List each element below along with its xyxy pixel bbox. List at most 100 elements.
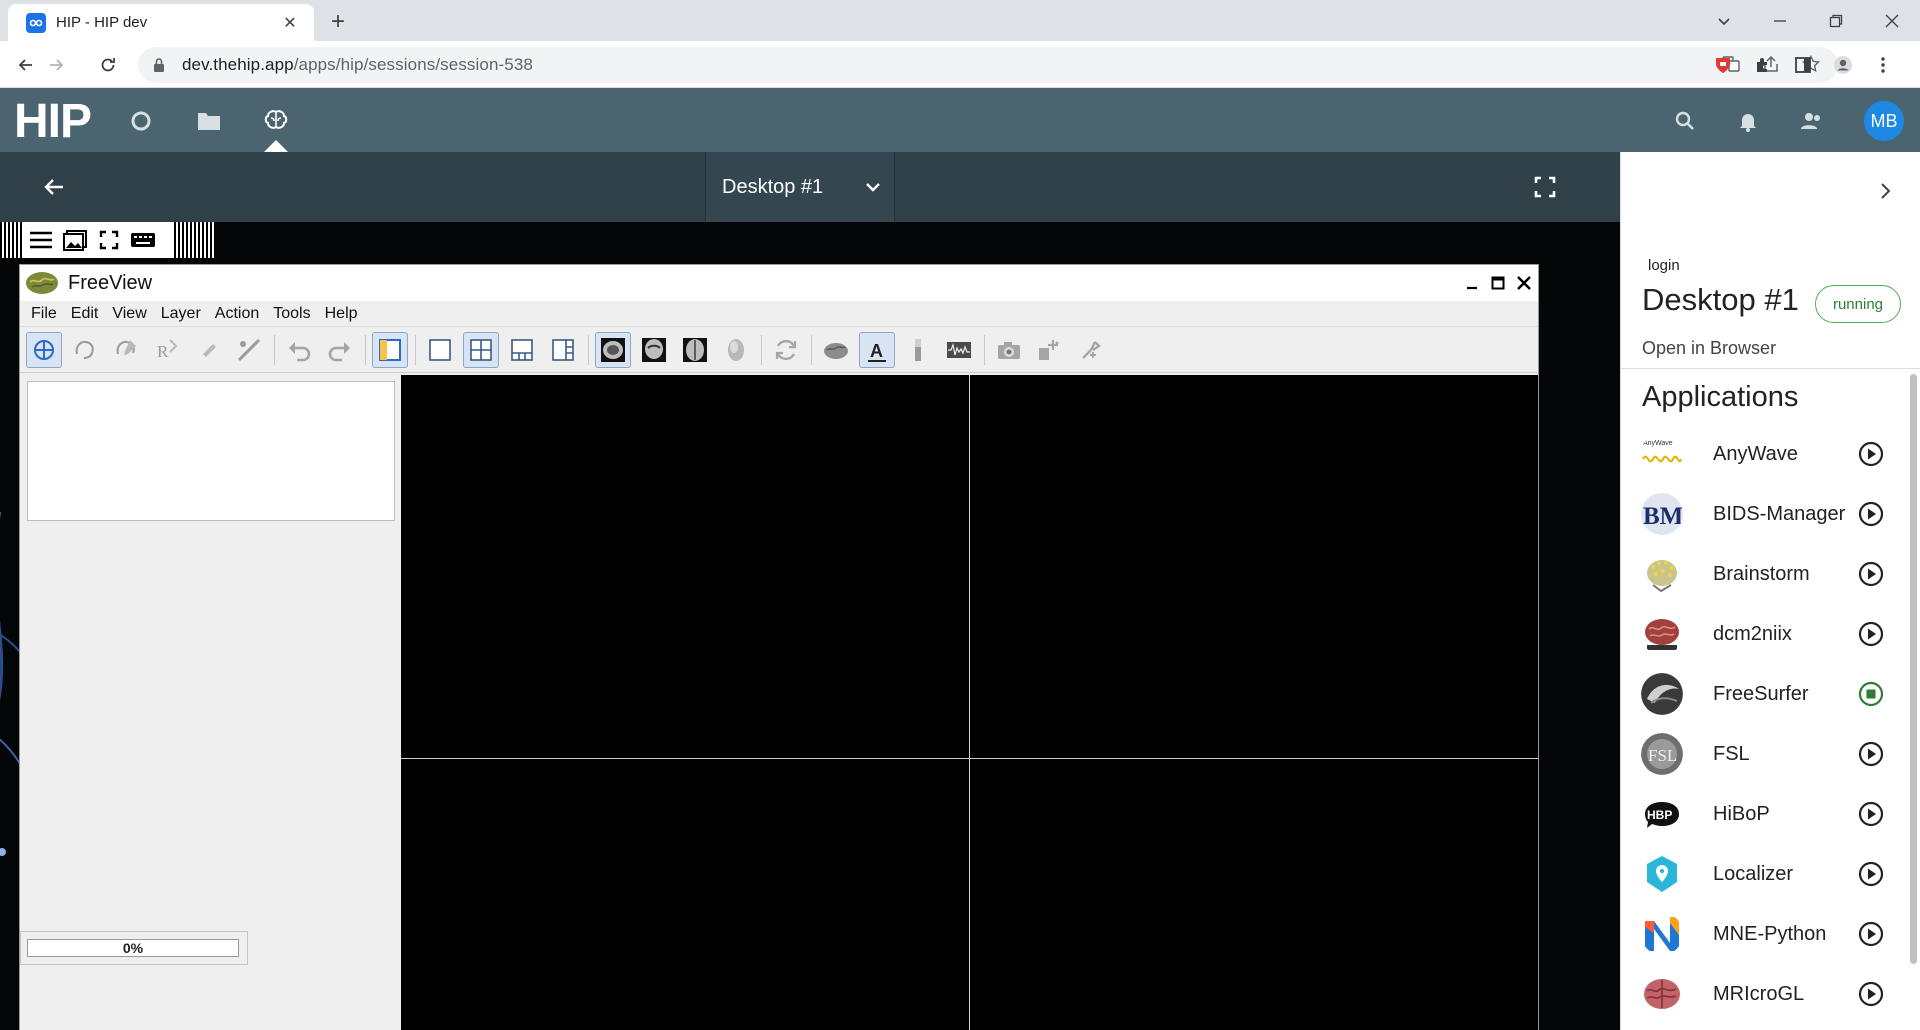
svg-text:R: R xyxy=(157,342,169,361)
fullscreen-icon[interactable] xyxy=(1532,174,1558,200)
navigate-tool-icon[interactable] xyxy=(26,331,62,368)
remote-fullscreen-icon[interactable] xyxy=(92,225,126,255)
tab-search-chevron-icon[interactable] xyxy=(1696,0,1752,41)
axial-view-icon[interactable] xyxy=(677,332,713,368)
search-icon[interactable] xyxy=(1670,106,1700,136)
back-arrow-icon[interactable] xyxy=(40,173,68,201)
reset-view-icon[interactable] xyxy=(768,332,804,368)
browser-tab[interactable]: HIP - HIP dev ✕ xyxy=(8,4,314,41)
undo-icon[interactable] xyxy=(281,332,317,368)
side-panel-icon[interactable] xyxy=(1790,52,1816,78)
open-in-browser-link[interactable]: Open in Browser xyxy=(1642,338,1776,359)
user-avatar[interactable]: MB xyxy=(1864,101,1904,141)
back-button[interactable] xyxy=(12,51,40,79)
restore-window-button[interactable] xyxy=(1808,0,1864,41)
show-text-annotation-icon[interactable]: A xyxy=(859,331,895,368)
browser-menu-icon[interactable] xyxy=(1870,52,1896,78)
colorbar-icon[interactable] xyxy=(900,332,936,368)
keyboard-icon[interactable] xyxy=(126,225,160,255)
roi-edit-tool-icon[interactable] xyxy=(67,332,103,368)
notifications-bell-icon[interactable] xyxy=(1733,106,1763,136)
brain-icon[interactable] xyxy=(261,106,291,136)
hip-logo[interactable]: HIP xyxy=(14,94,92,149)
menu-layer[interactable]: Layer xyxy=(154,305,208,323)
stop-icon[interactable] xyxy=(1857,680,1885,708)
voxel-edit-tool-icon[interactable] xyxy=(108,332,144,368)
anywave-logo-icon: AnyWave xyxy=(1641,433,1683,475)
freeview-minimize-button[interactable] xyxy=(1460,271,1484,295)
collapse-panel-chevron-icon[interactable] xyxy=(1874,180,1896,202)
point-set-edit-tool-icon[interactable] xyxy=(190,332,226,368)
menu-help[interactable]: Help xyxy=(318,305,365,323)
extension-shield-icon[interactable] xyxy=(1710,52,1736,78)
freeview-maximize-button[interactable] xyxy=(1486,271,1510,295)
profile-icon[interactable] xyxy=(1830,52,1856,78)
freeview-titlebar[interactable]: FreeView xyxy=(20,265,1538,301)
play-icon[interactable] xyxy=(1857,740,1885,768)
show-surface-icon[interactable] xyxy=(818,332,854,368)
redo-icon[interactable] xyxy=(322,332,358,368)
close-window-button[interactable] xyxy=(1864,0,1920,41)
layout-2x2-icon[interactable] xyxy=(463,331,499,368)
menu-view[interactable]: View xyxy=(105,305,153,323)
applications-scrollbar[interactable] xyxy=(1910,374,1917,964)
snapshot-camera-icon[interactable] xyxy=(991,332,1027,368)
progress-container: 0% xyxy=(20,931,248,965)
address-bar[interactable]: dev.thehip.app/apps/hip/sessions/session… xyxy=(138,47,1838,83)
toolbar-right-handle xyxy=(174,222,214,258)
folder-icon[interactable] xyxy=(194,106,224,136)
app-name: HiBoP xyxy=(1713,802,1770,825)
ruler-tool-icon[interactable] xyxy=(231,332,267,368)
desktop-select[interactable]: Desktop #1 xyxy=(705,152,895,222)
lock-icon xyxy=(154,58,164,72)
sync-cursor-icon[interactable] xyxy=(1032,332,1068,368)
minimize-window-button[interactable] xyxy=(1752,0,1808,41)
menu-action[interactable]: Action xyxy=(208,305,266,323)
layout-1x1-icon[interactable] xyxy=(422,332,458,368)
3d-view-icon[interactable] xyxy=(718,332,754,368)
app-name: AnyWave xyxy=(1713,442,1798,465)
reload-button[interactable] xyxy=(94,51,122,79)
play-icon[interactable] xyxy=(1857,920,1885,948)
home-circle-icon[interactable] xyxy=(126,106,156,136)
menu-hamburger-icon[interactable] xyxy=(24,225,58,255)
play-icon[interactable] xyxy=(1857,560,1885,588)
forward-button[interactable] xyxy=(42,51,70,79)
tab-close-icon[interactable]: ✕ xyxy=(278,11,302,35)
collaborators-icon[interactable] xyxy=(1796,106,1826,136)
link-views-icon[interactable] xyxy=(1073,332,1109,368)
toggle-control-panel-icon[interactable] xyxy=(372,331,408,368)
mne-python-logo-icon xyxy=(1641,913,1683,955)
list-item: FSL FSL xyxy=(1621,724,1911,784)
sagittal-view-icon[interactable] xyxy=(595,331,631,368)
list-item: Brainstorm xyxy=(1621,544,1911,604)
remote-desktop-viewport[interactable]: FreeView File Edit View Layer Action Too… xyxy=(0,222,1620,1030)
desktop-select-label: Desktop #1 xyxy=(722,175,824,198)
toolbar-separator xyxy=(415,334,416,365)
freesurfer-logo-icon xyxy=(1641,673,1683,715)
localizer-logo-icon xyxy=(1641,853,1683,895)
play-icon[interactable] xyxy=(1857,500,1885,528)
menu-tools[interactable]: Tools xyxy=(266,305,317,323)
play-icon[interactable] xyxy=(1857,980,1885,1008)
waveform-panel-icon[interactable] xyxy=(941,332,977,368)
menu-edit[interactable]: Edit xyxy=(64,305,106,323)
extensions-puzzle-icon[interactable] xyxy=(1750,52,1776,78)
freeview-menubar: File Edit View Layer Action Tools Help xyxy=(20,301,1538,327)
play-icon[interactable] xyxy=(1857,620,1885,648)
layer-list[interactable] xyxy=(27,381,395,521)
play-icon[interactable] xyxy=(1857,860,1885,888)
menu-file[interactable]: File xyxy=(24,305,64,323)
freeview-render-views[interactable] xyxy=(401,375,1538,1030)
list-item: HBP HiBoP xyxy=(1621,784,1911,844)
coronal-view-icon[interactable] xyxy=(636,332,672,368)
recon-edit-tool-icon[interactable]: R xyxy=(149,332,185,368)
desktop-title: Desktop #1 xyxy=(1642,282,1799,317)
screenshot-image-icon[interactable] xyxy=(58,225,92,255)
new-tab-button[interactable]: + xyxy=(324,8,352,36)
play-icon[interactable] xyxy=(1857,440,1885,468)
layout-1-3-vertical-icon[interactable] xyxy=(545,332,581,368)
play-icon[interactable] xyxy=(1857,800,1885,828)
layout-1-3-icon[interactable] xyxy=(504,332,540,368)
freeview-close-button[interactable] xyxy=(1512,271,1536,295)
